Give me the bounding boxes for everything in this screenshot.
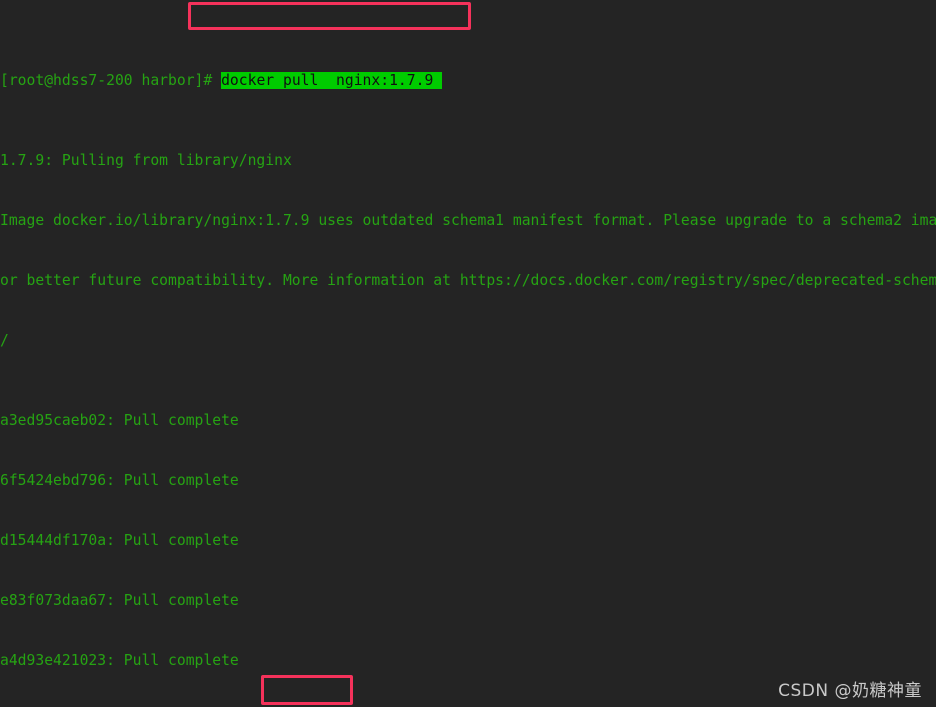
terminal-line-pulling-from: 1.7.9: Pulling from library/nginx — [0, 152, 292, 169]
terminal-line-pull-complete-1: a3ed95caeb02: Pull complete — [0, 412, 239, 429]
terminal-output: [root@hdss7-200 harbor]# docker pull ngi… — [0, 0, 936, 707]
terminal-line-pull-complete-3: d15444df170a: Pull complete — [0, 532, 239, 549]
terminal-window[interactable]: [root@hdss7-200 harbor]# docker pull ngi… — [0, 0, 936, 707]
terminal-line-pull-complete-2: 6f5424ebd796: Pull complete — [0, 472, 239, 489]
terminal-line-command: [root@hdss7-200 harbor]# docker pull ngi… — [0, 71, 936, 91]
terminal-line-pull-complete-4: e83f073daa67: Pull complete — [0, 592, 239, 609]
highlighted-command: docker pull nginx:1.7.9 — [221, 72, 443, 89]
csdn-watermark: CSDN @奶糖神童 — [778, 681, 922, 701]
terminal-line-schema-warning-3: / — [0, 332, 9, 349]
shell-prompt: [root@hdss7-200 harbor]# — [0, 72, 222, 89]
terminal-line-schema-warning-2: or better future compatibility. More inf… — [0, 272, 936, 289]
terminal-line-pull-complete-5: a4d93e421023: Pull complete — [0, 652, 239, 669]
terminal-line-schema-warning-1: Image docker.io/library/nginx:1.7.9 uses… — [0, 212, 936, 229]
